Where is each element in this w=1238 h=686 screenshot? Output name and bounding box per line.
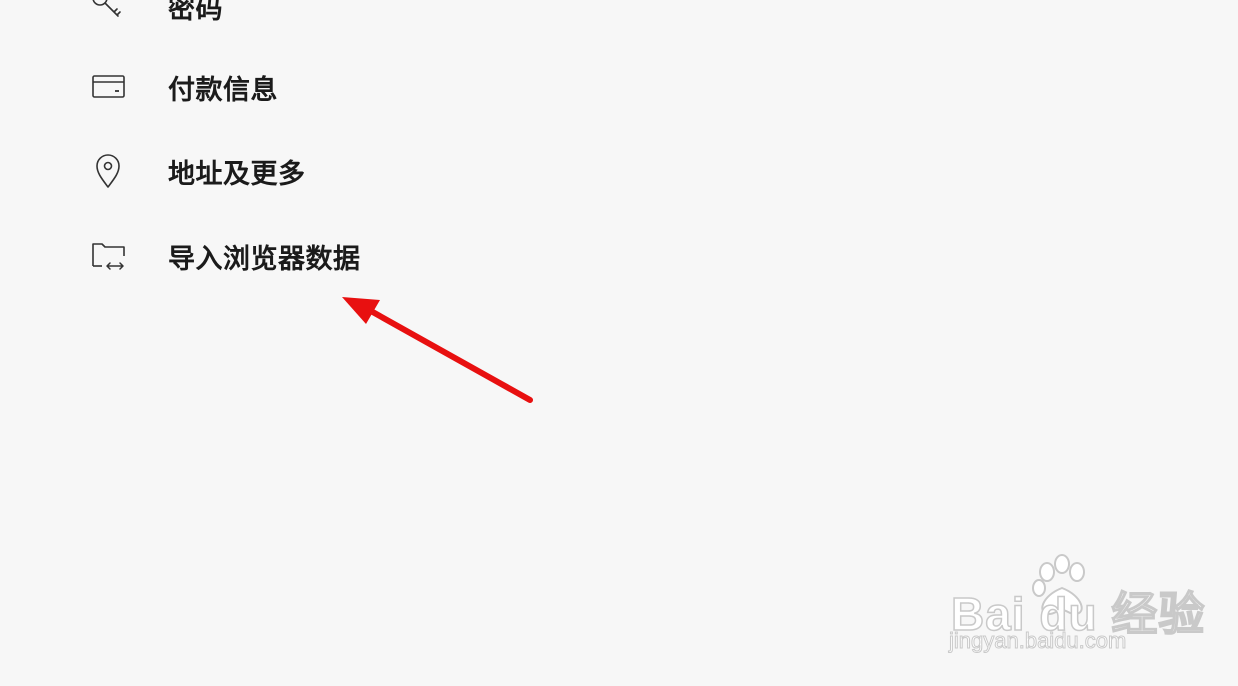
menu-item-passwords[interactable]: 密码 <box>88 0 223 26</box>
watermark-url: jingyan.baidu.com <box>948 628 1127 654</box>
menu-item-addresses[interactable]: 地址及更多 <box>88 151 306 191</box>
menu-item-import-browser-data[interactable]: 导入浏览器数据 <box>88 236 361 276</box>
menu-item-label: 导入浏览器数据 <box>168 243 361 275</box>
credit-card-icon <box>88 67 128 107</box>
folder-import-icon <box>88 236 128 276</box>
menu-item-label: 密码 <box>168 0 223 25</box>
settings-page: 密码 付款信息 地址及更多 导入浏览器数据 Bai du 经验 jingyan.… <box>0 0 1238 686</box>
location-pin-icon <box>88 151 128 191</box>
key-icon <box>88 0 128 26</box>
menu-item-label: 付款信息 <box>168 74 278 106</box>
baidu-jingyan-watermark: Bai du 经验 jingyan.baidu.com <box>945 548 1205 663</box>
menu-item-payment-info[interactable]: 付款信息 <box>88 67 278 107</box>
menu-item-label: 地址及更多 <box>168 158 306 190</box>
